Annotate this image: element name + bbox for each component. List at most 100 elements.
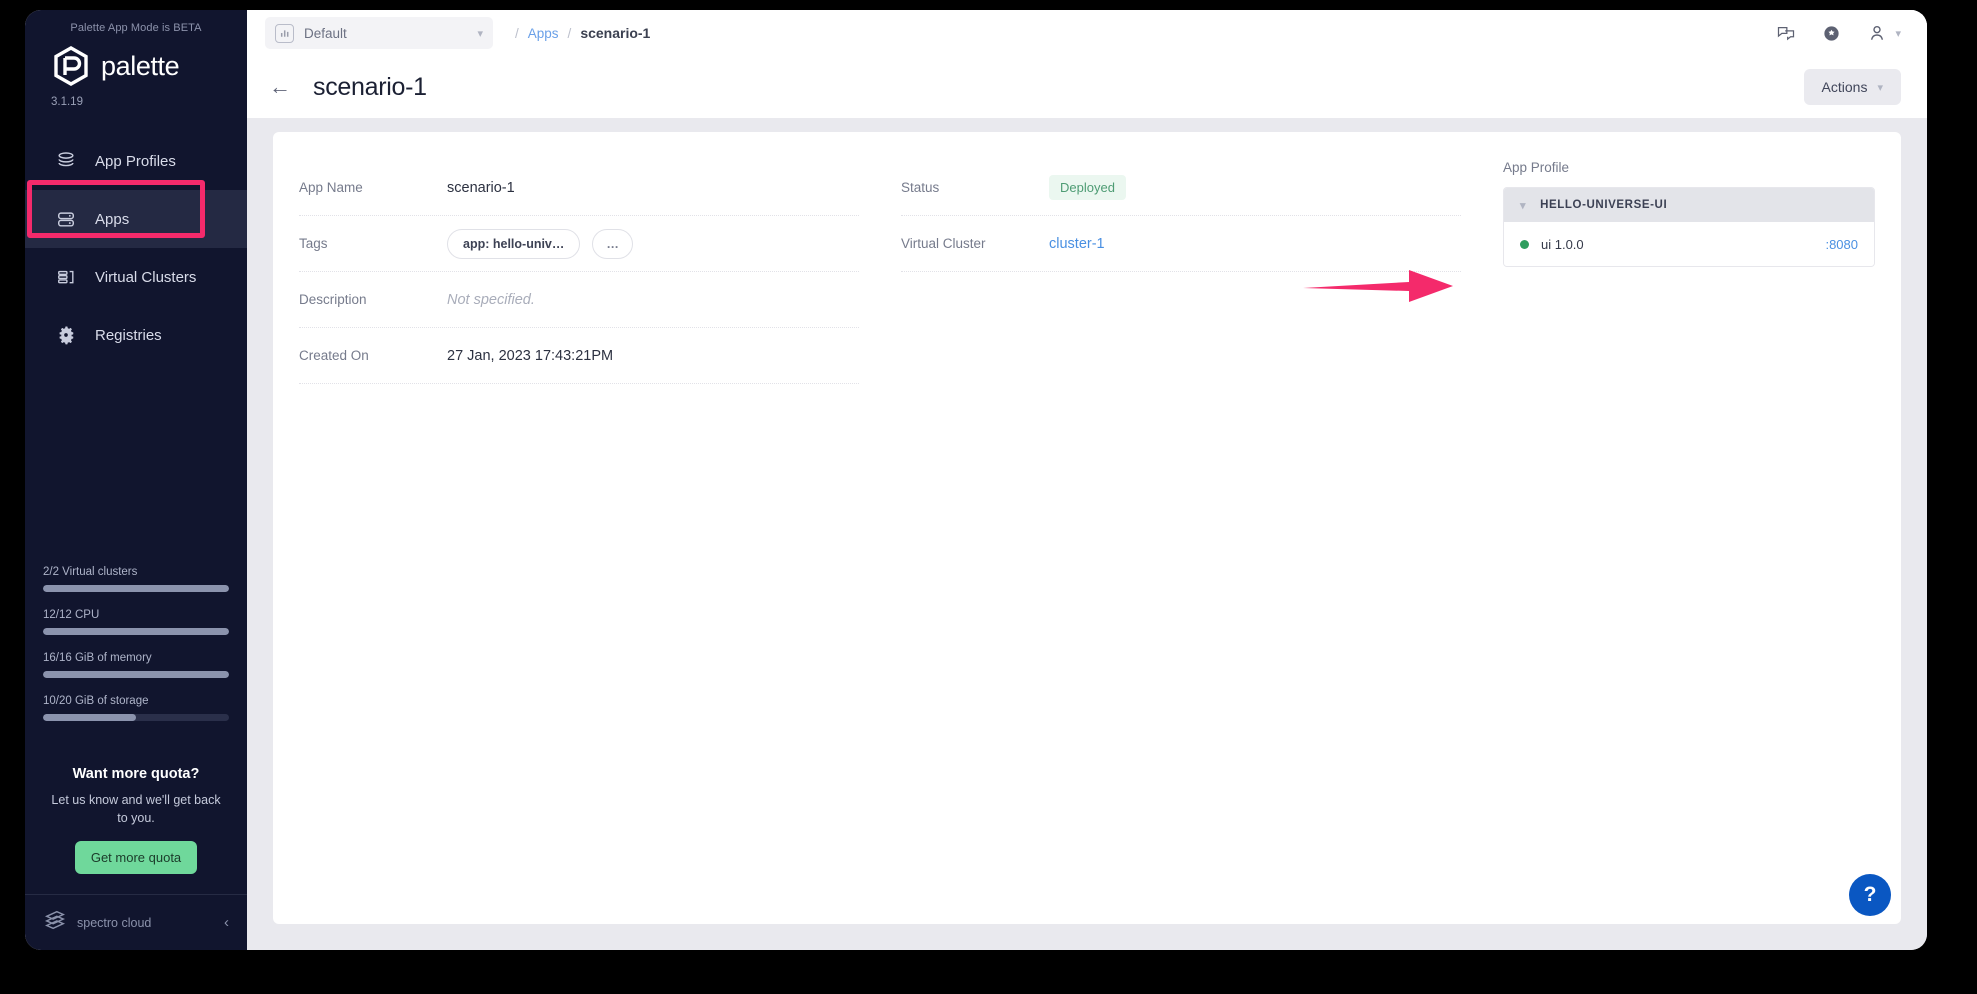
detail-label: Created On [299, 348, 447, 363]
quota-section: 2/2 Virtual clusters 12/12 CPU 16/16 GiB… [25, 566, 247, 738]
chevron-down-icon: ▾ [477, 27, 483, 40]
detail-column-middle: Status Deployed Virtual Cluster cluster-… [901, 160, 1461, 896]
get-more-quota-button[interactable]: Get more quota [75, 841, 197, 874]
quota-track [43, 585, 229, 592]
help-button[interactable]: ? [1849, 874, 1891, 916]
quota-fill [43, 628, 229, 635]
quota-label: 2/2 Virtual clusters [43, 566, 229, 578]
app-profile-group-name: HELLO-UNIVERSE-UI [1540, 199, 1667, 211]
user-avatar-icon[interactable] [1867, 23, 1887, 43]
quota-track [43, 714, 229, 721]
quota-row: 2/2 Virtual clusters [43, 566, 229, 592]
virtual-cluster-link[interactable]: cluster-1 [1049, 236, 1105, 252]
detail-row-app-name: App Name scenario-1 [299, 160, 859, 216]
arrow-left-icon[interactable]: ← [269, 76, 291, 98]
sidebar: Palette App Mode is BETA palette 3.1.19 [25, 10, 247, 950]
project-selector[interactable]: Default ▾ [265, 17, 493, 49]
quota-cta: Want more quota? Let us know and we'll g… [41, 750, 231, 894]
app-version: 3.1.19 [25, 86, 247, 108]
detail-row-virtual-cluster: Virtual Cluster cluster-1 [901, 216, 1461, 272]
quota-fill [43, 671, 229, 678]
quota-label: 10/20 GiB of storage [43, 695, 229, 707]
actions-button[interactable]: Actions ▾ [1804, 69, 1901, 105]
sidebar-item-app-profiles[interactable]: App Profiles [25, 132, 247, 190]
company-name: spectro cloud [77, 916, 151, 930]
quota-track [43, 628, 229, 635]
beta-banner: Palette App Mode is BETA [25, 10, 247, 34]
detail-row-created-on: Created On 27 Jan, 2023 17:43:21PM [299, 328, 859, 384]
detail-label: Virtual Cluster [901, 236, 1049, 251]
app-profile-group-header[interactable]: ▾ HELLO-UNIVERSE-UI [1504, 188, 1874, 222]
quota-label: 16/16 GiB of memory [43, 652, 229, 664]
detail-label: Description [299, 292, 447, 307]
sidebar-item-registries[interactable]: Registries [25, 306, 247, 364]
project-chart-icon [275, 24, 294, 43]
chevron-left-icon[interactable]: ‹ [224, 914, 229, 931]
quota-fill [43, 714, 136, 721]
sidebar-item-apps[interactable]: Apps [25, 190, 247, 248]
gear-icon[interactable] [1822, 24, 1841, 43]
breadcrumb: / Apps / scenario-1 [515, 25, 650, 41]
status-badge: Deployed [1049, 175, 1126, 200]
quota-track [43, 671, 229, 678]
sidebar-item-label: Registries [95, 327, 162, 344]
palette-app-window: Palette App Mode is BETA palette 3.1.19 [25, 10, 1927, 950]
quota-label: 12/12 CPU [43, 609, 229, 621]
quota-fill [43, 585, 229, 592]
tag-chip[interactable]: app: hello-univ… [447, 229, 580, 259]
chevron-down-icon: ▾ [1877, 81, 1883, 94]
detail-column-left: App Name scenario-1 Tags app: hello-univ… [299, 160, 859, 896]
app-profile-label: App Profile [1503, 160, 1875, 175]
app-profile-box: ▾ HELLO-UNIVERSE-UI ui 1.0.0 :8080 [1503, 187, 1875, 267]
chevron-down-icon[interactable]: ▾ [1895, 27, 1901, 40]
tag-chips: app: hello-univ… … [447, 229, 633, 259]
quota-row: 16/16 GiB of memory [43, 652, 229, 678]
spectro-cloud-logo-icon [43, 908, 67, 937]
layer-name: ui 1.0.0 [1541, 237, 1584, 252]
port-link-8080[interactable]: :8080 [1825, 237, 1858, 252]
detail-row-description: Description Not specified. [299, 272, 859, 328]
detail-label: Tags [299, 236, 447, 251]
sidebar-item-label: Apps [95, 211, 129, 228]
page-title: scenario-1 [313, 73, 427, 102]
sidebar-item-label: App Profiles [95, 153, 176, 170]
detail-row-status: Status Deployed [901, 160, 1461, 216]
cluster-list-icon [55, 266, 77, 288]
topbar-icons: ▾ [1776, 23, 1901, 43]
app-detail-card: App Name scenario-1 Tags app: hello-univ… [273, 132, 1901, 924]
app-profile-layer-row[interactable]: ui 1.0.0 :8080 [1504, 222, 1874, 266]
tag-chip-more[interactable]: … [592, 229, 633, 259]
breadcrumb-separator: / [515, 26, 519, 41]
chevron-down-icon: ▾ [1520, 199, 1526, 212]
chat-bubbles-icon[interactable] [1776, 23, 1796, 43]
detail-value-app-name: scenario-1 [447, 180, 515, 196]
app-profile-column: App Profile ▾ HELLO-UNIVERSE-UI ui 1.0.0… [1503, 160, 1875, 896]
main-region: Default ▾ / Apps / scenario-1 [247, 10, 1927, 950]
detail-row-tags: Tags app: hello-univ… … [299, 216, 859, 272]
sidebar-footer: spectro cloud ‹ [25, 894, 247, 950]
quota-cta-title: Want more quota? [51, 766, 221, 782]
breadcrumb-separator: / [568, 26, 572, 41]
actions-button-label: Actions [1822, 79, 1868, 95]
breadcrumb-current: scenario-1 [580, 25, 650, 41]
top-bar: Default ▾ / Apps / scenario-1 [247, 10, 1927, 56]
detail-label: Status [901, 180, 1049, 195]
page-header: ← scenario-1 Actions ▾ [247, 56, 1927, 118]
gear-icon [55, 324, 77, 346]
quota-row: 12/12 CPU [43, 609, 229, 635]
brand: palette [25, 34, 247, 86]
detail-value-created-on: 27 Jan, 2023 17:43:21PM [447, 348, 613, 364]
sidebar-nav: App Profiles Apps [25, 132, 247, 364]
quota-row: 10/20 GiB of storage [43, 695, 229, 721]
quota-cta-text: Let us know and we'll get back to you. [51, 791, 221, 827]
breadcrumb-link-apps[interactable]: Apps [528, 26, 559, 41]
palette-logo-icon [51, 46, 91, 86]
project-selected-label: Default [304, 26, 467, 41]
detail-value-description: Not specified. [447, 292, 535, 308]
sidebar-item-label: Virtual Clusters [95, 269, 196, 286]
brand-name: palette [101, 51, 179, 82]
status-dot-icon [1520, 240, 1529, 249]
stacked-disks-icon [55, 150, 77, 172]
servers-icon [55, 208, 77, 230]
sidebar-item-virtual-clusters[interactable]: Virtual Clusters [25, 248, 247, 306]
